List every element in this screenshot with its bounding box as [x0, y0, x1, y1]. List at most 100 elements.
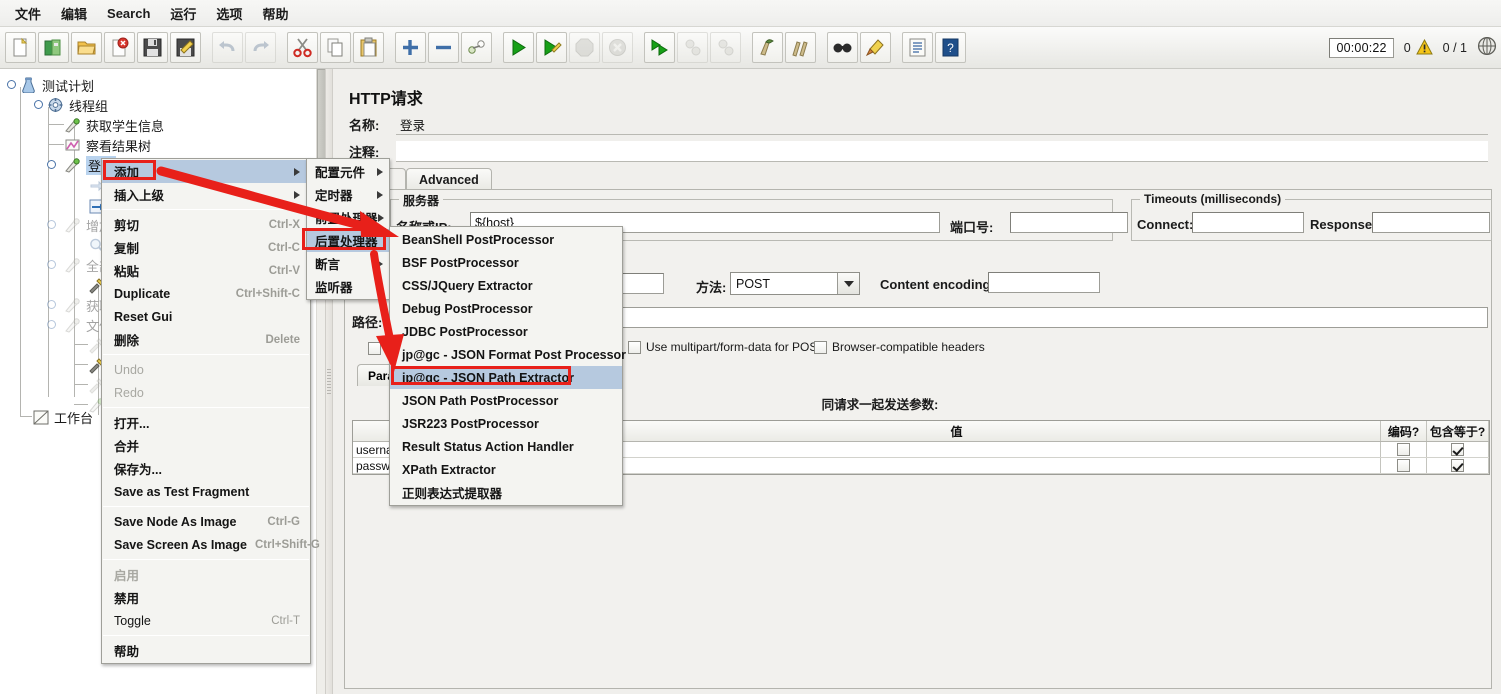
context-menu-item-duplicate[interactable]: Duplicate Ctrl+Shift-C	[102, 282, 310, 305]
tree-expand-handle[interactable]	[47, 260, 56, 269]
content-encoding-input[interactable]	[988, 272, 1100, 293]
response-timeout-input[interactable]	[1372, 212, 1490, 233]
name-input[interactable]: 登录	[396, 114, 1488, 135]
tree-context-menu[interactable]: 添加 插入上级 剪切 Ctrl-X 复制 Ctrl-C 粘贴 Ctrl-V Du…	[101, 158, 320, 664]
paste-icon[interactable]	[353, 32, 384, 63]
menu-options[interactable]: 选项	[207, 0, 251, 27]
include-equals-checkbox[interactable]	[1451, 443, 1464, 456]
include-equals-checkbox[interactable]	[1451, 459, 1464, 472]
context-menu-item-save-as[interactable]: 保存为...	[102, 457, 310, 480]
context-menu-item-add[interactable]: 添加	[102, 160, 310, 183]
checkbox-box[interactable]	[628, 340, 641, 354]
post-processor-submenu[interactable]: BeanShell PostProcessor BSF PostProcesso…	[389, 226, 626, 506]
postprocessor-item-json-path-extractor[interactable]: jp@gc - JSON Path Extractor	[390, 366, 622, 389]
submenu-item-pre-processor[interactable]: 前置处理器	[307, 206, 389, 229]
warning-triangle-icon[interactable]	[1415, 38, 1433, 58]
tree-node-test-plan[interactable]: 测试计划	[7, 75, 94, 95]
save-as-icon[interactable]	[170, 32, 201, 63]
context-menu-item-disable[interactable]: 禁用	[102, 586, 310, 609]
close-document-icon[interactable]	[104, 32, 135, 63]
new-document-icon[interactable]	[5, 32, 36, 63]
open-folder-icon[interactable]	[71, 32, 102, 63]
open-templates-icon[interactable]	[38, 32, 69, 63]
postprocessor-item-jdbc[interactable]: JDBC PostProcessor	[390, 320, 622, 343]
checkbox-box[interactable]	[814, 340, 827, 354]
context-menu-item-delete[interactable]: 删除 Delete	[102, 328, 310, 351]
help-icon[interactable]: ?	[935, 32, 966, 63]
encode-checkbox[interactable]	[1397, 459, 1410, 472]
menu-file[interactable]: 文件	[6, 0, 50, 27]
cell-param-value[interactable]: ${username}	[533, 442, 1381, 457]
stop-icon[interactable]	[569, 32, 600, 63]
port-input[interactable]	[1010, 212, 1128, 233]
postprocessor-item-css-jquery-extractor[interactable]: CSS/JQuery Extractor	[390, 274, 622, 297]
context-menu-item-merge[interactable]: 合并	[102, 434, 310, 457]
search-reset-icon[interactable]	[860, 32, 891, 63]
browser-headers-checkbox[interactable]: Browser-compatible headers	[814, 340, 985, 354]
function-helper-icon[interactable]	[902, 32, 933, 63]
shutdown-icon[interactable]	[602, 32, 633, 63]
stop-remote-icon[interactable]	[677, 32, 708, 63]
context-menu-item-help[interactable]: 帮助	[102, 639, 310, 662]
context-menu-item-reset-gui[interactable]: Reset Gui	[102, 305, 310, 328]
search-icon[interactable]	[827, 32, 858, 63]
cut-icon[interactable]	[287, 32, 318, 63]
clear-icon[interactable]	[752, 32, 783, 63]
add-submenu[interactable]: 配置元件 定时器 前置处理器 后置处理器 断言 监听器	[306, 158, 390, 300]
postprocessor-item-result-status-action-handler[interactable]: Result Status Action Handler	[390, 435, 622, 458]
checkbox-box[interactable]	[368, 342, 381, 355]
clear-all-icon[interactable]	[785, 32, 816, 63]
encode-checkbox[interactable]	[1397, 443, 1410, 456]
postprocessor-item-beanshell[interactable]: BeanShell PostProcessor	[390, 228, 622, 251]
tree-node-thread-group[interactable]: 线程组	[34, 95, 108, 115]
postprocessor-item-regex-extractor[interactable]: 正则表达式提取器	[390, 481, 622, 504]
collapse-all-icon[interactable]	[428, 32, 459, 63]
tree-expand-handle[interactable]	[47, 300, 56, 309]
tree-expand-handle[interactable]	[47, 220, 56, 229]
tree-node-workbench[interactable]: 工作台	[32, 407, 93, 427]
comment-input[interactable]	[396, 141, 1488, 162]
submenu-item-post-processor[interactable]: 后置处理器	[307, 229, 389, 252]
save-icon[interactable]	[137, 32, 168, 63]
menu-edit[interactable]: 编辑	[52, 0, 96, 27]
submenu-item-assertion[interactable]: 断言	[307, 252, 389, 275]
tree-node-view-results-tree[interactable]: 察看结果树	[64, 135, 151, 155]
tree-node-get-student-info[interactable]: 获取学生信息	[64, 115, 164, 135]
tab-advanced[interactable]: Advanced	[406, 168, 492, 190]
postprocessor-item-jsr223[interactable]: JSR223 PostProcessor	[390, 412, 622, 435]
chevron-down-icon[interactable]	[837, 273, 859, 294]
undo-icon[interactable]	[212, 32, 243, 63]
expand-all-icon[interactable]	[395, 32, 426, 63]
postprocessor-item-json-path-postprocessor[interactable]: JSON Path PostProcessor	[390, 389, 622, 412]
cell-param-value[interactable]: ${password}	[533, 458, 1381, 473]
connect-timeout-input[interactable]	[1192, 212, 1304, 233]
remote-status-icon[interactable]	[1477, 36, 1497, 61]
submenu-item-config-element[interactable]: 配置元件	[307, 160, 389, 183]
postprocessor-item-debug[interactable]: Debug PostProcessor	[390, 297, 622, 320]
toggle-icon[interactable]	[461, 32, 492, 63]
context-menu-item-open[interactable]: 打开...	[102, 411, 310, 434]
tree-expand-handle[interactable]	[47, 160, 56, 169]
start-icon[interactable]	[503, 32, 534, 63]
context-menu-item-toggle[interactable]: Toggle Ctrl-T	[102, 609, 310, 632]
tree-expand-handle[interactable]	[34, 100, 43, 109]
start-no-pauses-icon[interactable]	[536, 32, 567, 63]
start-remote-icon[interactable]	[644, 32, 675, 63]
context-menu-item-save-as-test-fragment[interactable]: Save as Test Fragment	[102, 480, 310, 503]
context-menu-item-cut[interactable]: 剪切 Ctrl-X	[102, 213, 310, 236]
context-menu-item-save-node-as-image[interactable]: Save Node As Image Ctrl-G	[102, 510, 310, 533]
postprocessor-item-xpath-extractor[interactable]: XPath Extractor	[390, 458, 622, 481]
context-menu-item-insert-parent[interactable]: 插入上级	[102, 183, 310, 206]
context-menu-item-copy[interactable]: 复制 Ctrl-C	[102, 236, 310, 259]
submenu-item-listener[interactable]: 监听器	[307, 275, 389, 298]
menu-search[interactable]: Search	[98, 2, 159, 25]
postprocessor-item-jsonformat[interactable]: jp@gc - JSON Format Post Processor	[390, 343, 626, 366]
method-select[interactable]: POST	[730, 272, 860, 295]
context-menu-item-save-screen-as-image[interactable]: Save Screen As Image Ctrl+Shift-G	[102, 533, 320, 556]
tree-expand-handle[interactable]	[47, 320, 56, 329]
menu-help[interactable]: 帮助	[253, 0, 297, 27]
copy-icon[interactable]	[320, 32, 351, 63]
submenu-item-timer[interactable]: 定时器	[307, 183, 389, 206]
context-menu-item-paste[interactable]: 粘贴 Ctrl-V	[102, 259, 310, 282]
tree-expand-handle[interactable]	[7, 80, 16, 89]
